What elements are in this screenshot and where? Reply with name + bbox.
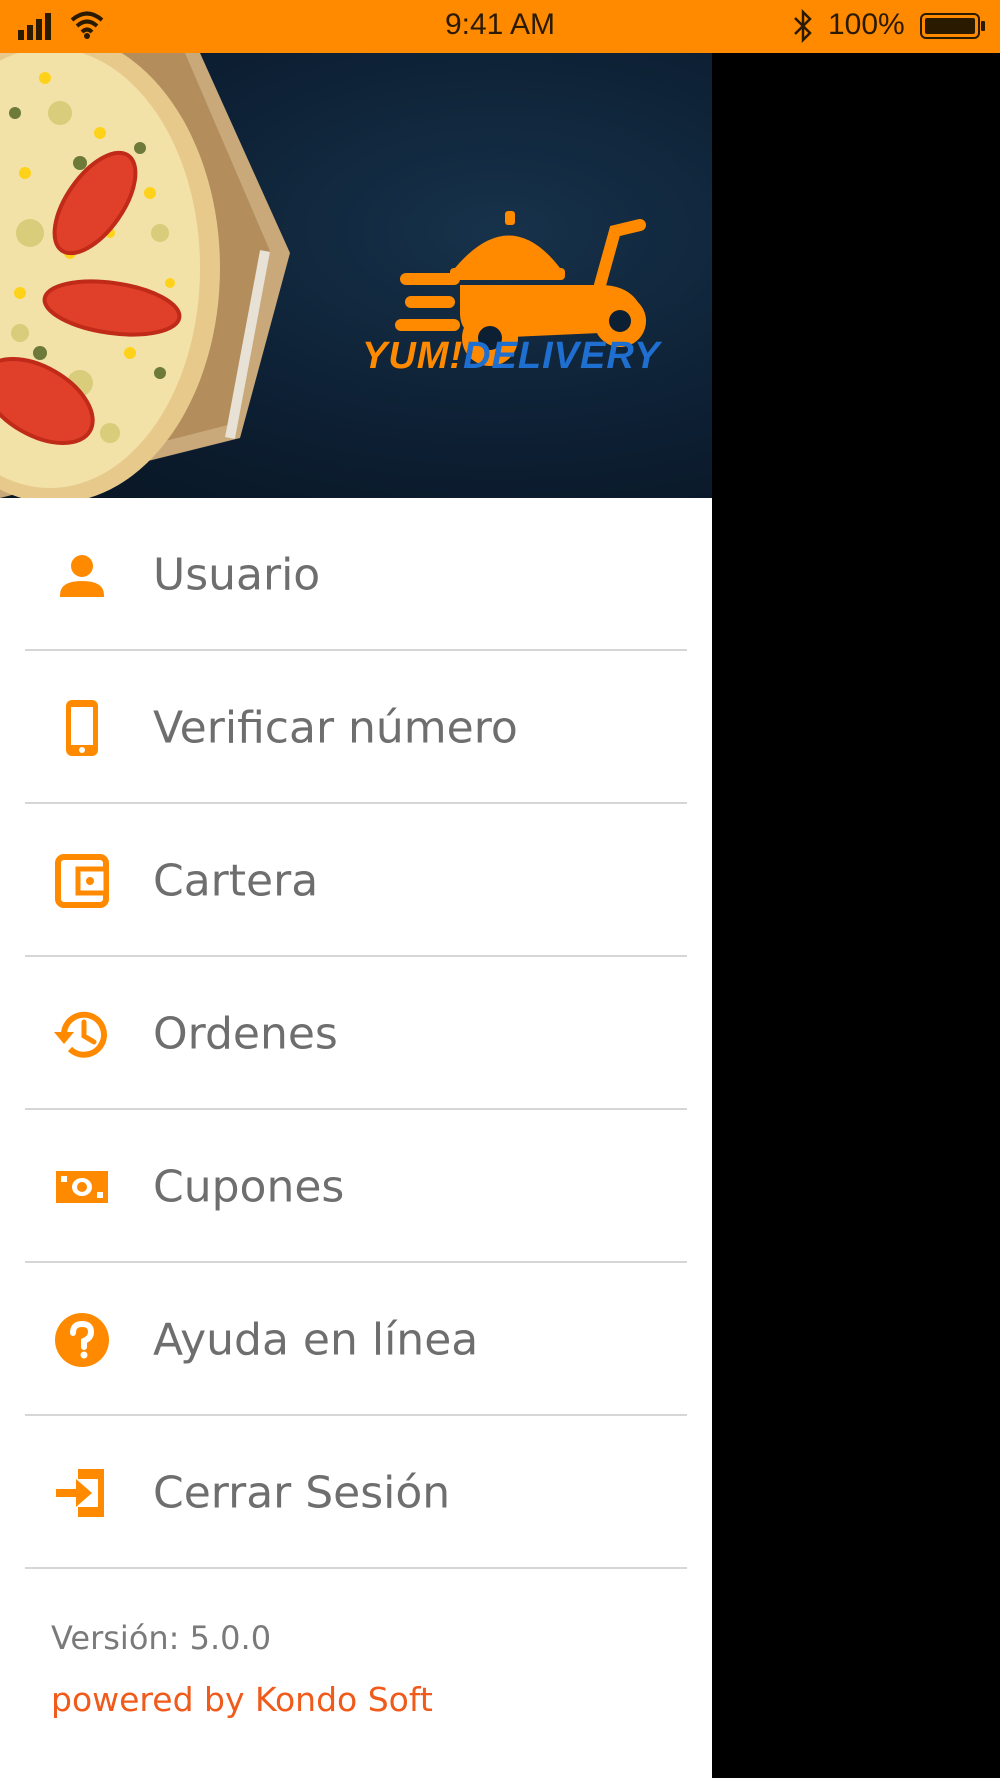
- history-icon: [54, 1011, 107, 1058]
- person-icon: [60, 554, 104, 597]
- navigation-drawer: YUM!DELIVERY Usuario Verificar número Ca…: [0, 53, 712, 1778]
- logout-icon: [56, 1468, 104, 1517]
- menu-item-cupones[interactable]: Cupones: [0, 1110, 712, 1263]
- menu-label: Ordenes: [153, 1008, 338, 1059]
- battery-percent: 100%: [828, 8, 905, 41]
- powered-by-link[interactable]: powered by Kondo Soft: [51, 1680, 433, 1719]
- menu-item-verificar-numero[interactable]: Verificar número: [0, 651, 712, 804]
- menu-label: Verificar número: [153, 702, 518, 753]
- status-bar: 9:41 AM 100%: [0, 0, 1000, 53]
- brand-logo-text: YUM!DELIVERY: [362, 335, 660, 378]
- battery-icon: [920, 13, 985, 39]
- help-icon: [55, 1312, 109, 1367]
- menu-label: Cupones: [153, 1161, 345, 1212]
- menu-item-ayuda[interactable]: Ayuda en línea: [0, 1263, 712, 1416]
- menu-label: Usuario: [153, 549, 321, 600]
- drawer-menu: Usuario Verificar número Cartera Ordenes…: [0, 498, 712, 1569]
- smartphone-icon: [66, 699, 98, 756]
- menu-item-cerrar-sesion[interactable]: Cerrar Sesión: [0, 1416, 712, 1569]
- menu-item-ordenes[interactable]: Ordenes: [0, 957, 712, 1110]
- wallet-icon: [55, 853, 109, 908]
- version-text: Versión: 5.0.0: [51, 1619, 272, 1657]
- brand-delivery: DELIVERY: [463, 335, 661, 377]
- menu-item-usuario[interactable]: Usuario: [0, 498, 712, 651]
- pizza-image: [0, 53, 646, 498]
- menu-label: Cartera: [153, 855, 319, 906]
- brand-yum: YUM!: [362, 335, 464, 377]
- drawer-scrim-overlay[interactable]: [712, 53, 1000, 1778]
- header-banner: YUM!DELIVERY: [0, 53, 712, 498]
- menu-item-cartera[interactable]: Cartera: [0, 804, 712, 957]
- menu-label: Cerrar Sesión: [153, 1467, 451, 1518]
- menu-label: Ayuda en línea: [153, 1314, 479, 1365]
- bluetooth-icon: [794, 9, 812, 43]
- money-icon: [56, 1170, 108, 1203]
